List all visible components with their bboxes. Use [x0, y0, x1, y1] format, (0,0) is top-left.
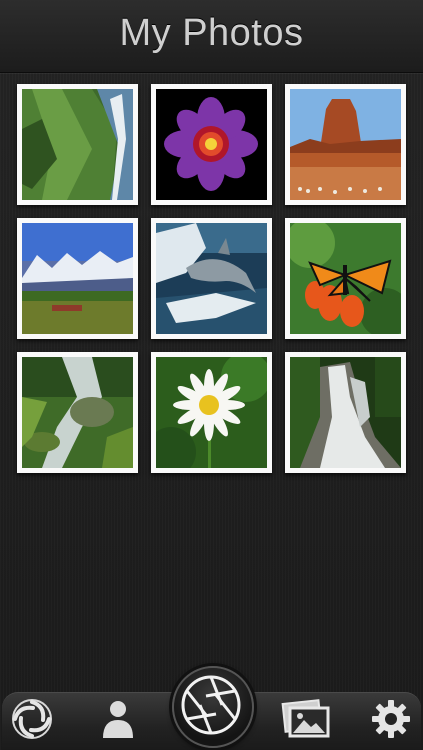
- page-title: My Photos: [119, 12, 304, 54]
- tab-bar: [0, 666, 423, 750]
- photo-purple-flower[interactable]: [151, 84, 272, 205]
- photos-icon: [281, 699, 330, 738]
- camera-shutter-icon: [181, 675, 241, 735]
- tab-photos[interactable]: [278, 696, 334, 746]
- tab-settings[interactable]: [363, 696, 419, 746]
- app-screen: My Photos: [0, 0, 423, 750]
- tab-swirl[interactable]: [4, 696, 60, 746]
- camera-button[interactable]: [172, 666, 254, 748]
- swirl-icon: [12, 699, 52, 739]
- photo-sea-cliffs[interactable]: [17, 84, 138, 205]
- photo-waterfall[interactable]: [285, 352, 406, 473]
- photo-monarch-butterfly[interactable]: [285, 218, 406, 339]
- photo-snowy-mountains[interactable]: [17, 218, 138, 339]
- person-icon: [103, 701, 133, 738]
- header-bar: My Photos: [0, 0, 423, 73]
- photo-mountain-stream[interactable]: [17, 352, 138, 473]
- tab-person[interactable]: [90, 696, 146, 746]
- photo-daisy[interactable]: [151, 352, 272, 473]
- photo-desert-butte[interactable]: [285, 84, 406, 205]
- gear-icon: [372, 700, 410, 738]
- photo-dolphin[interactable]: [151, 218, 272, 339]
